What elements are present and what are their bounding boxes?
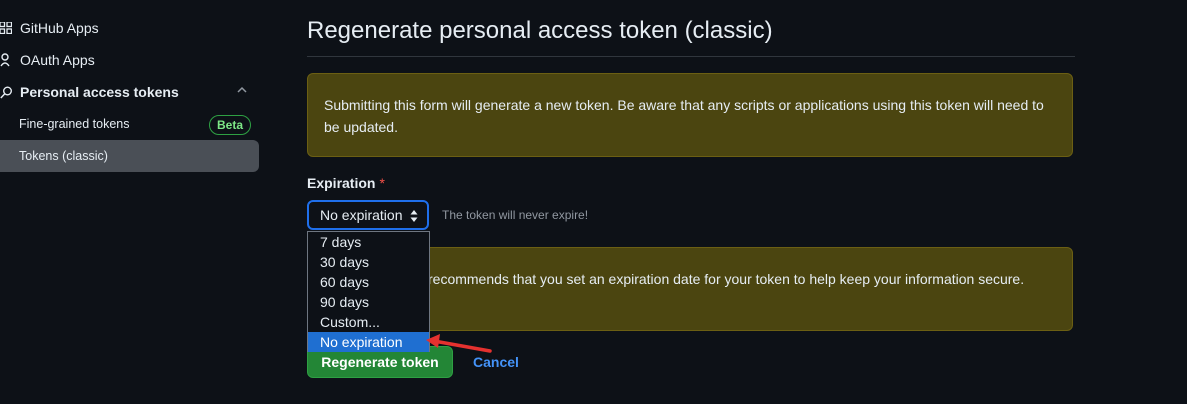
sidebar-item-github-apps[interactable]: GitHub Apps: [0, 12, 99, 44]
option-90-days[interactable]: 90 days: [308, 292, 429, 312]
settings-sidebar: GitHub Apps OAuth Apps Personal access t…: [0, 0, 268, 404]
expiration-select[interactable]: No expiration: [307, 200, 429, 230]
required-mark: *: [379, 175, 385, 191]
beta-badge: Beta: [208, 115, 251, 135]
person-icon: [0, 52, 14, 68]
expiration-label-text: Expiration: [307, 175, 376, 191]
warning-flash: Submitting this form will generate a new…: [307, 73, 1073, 157]
expiration-note: The token will never expire!: [442, 208, 589, 222]
expiration-label: Expiration *: [307, 175, 385, 191]
expiration-dropdown-list: 7 days 30 days 60 days 90 days Custom...…: [307, 231, 430, 352]
annotation-arrow-icon: [426, 334, 492, 353]
warning-text: Submitting this form will generate a new…: [324, 97, 1044, 135]
sidebar-item-fine-grained-tokens[interactable]: Fine-grained tokens Beta: [0, 108, 259, 140]
sidebar-item-label: Personal access tokens: [20, 84, 179, 100]
option-no-expiration[interactable]: No expiration: [308, 332, 429, 352]
option-7-days[interactable]: 7 days: [308, 232, 429, 252]
sidebar-item-label: Fine-grained tokens: [19, 117, 130, 131]
sidebar-item-oauth-apps[interactable]: OAuth Apps: [0, 44, 95, 76]
title-divider: [307, 56, 1075, 57]
chevron-up-icon[interactable]: [236, 84, 248, 96]
sidebar-item-tokens-classic[interactable]: Tokens (classic): [0, 140, 259, 172]
option-custom[interactable]: Custom...: [308, 312, 429, 332]
option-30-days[interactable]: 30 days: [308, 252, 429, 272]
option-60-days[interactable]: 60 days: [308, 272, 429, 292]
sidebar-item-personal-access-tokens[interactable]: Personal access tokens: [0, 76, 179, 108]
expiration-selected-value: No expiration: [320, 207, 403, 223]
recommendation-text: recommends that you set an expiration da…: [428, 271, 1025, 287]
sidebar-item-label: GitHub Apps: [20, 20, 99, 36]
apps-grid-icon: [0, 20, 14, 36]
sidebar-item-label: Tokens (classic): [19, 149, 108, 163]
page-title: Regenerate personal access token (classi…: [307, 17, 773, 44]
select-arrows-icon: [410, 210, 418, 222]
key-icon: [0, 84, 14, 100]
sidebar-item-label: OAuth Apps: [20, 52, 95, 68]
